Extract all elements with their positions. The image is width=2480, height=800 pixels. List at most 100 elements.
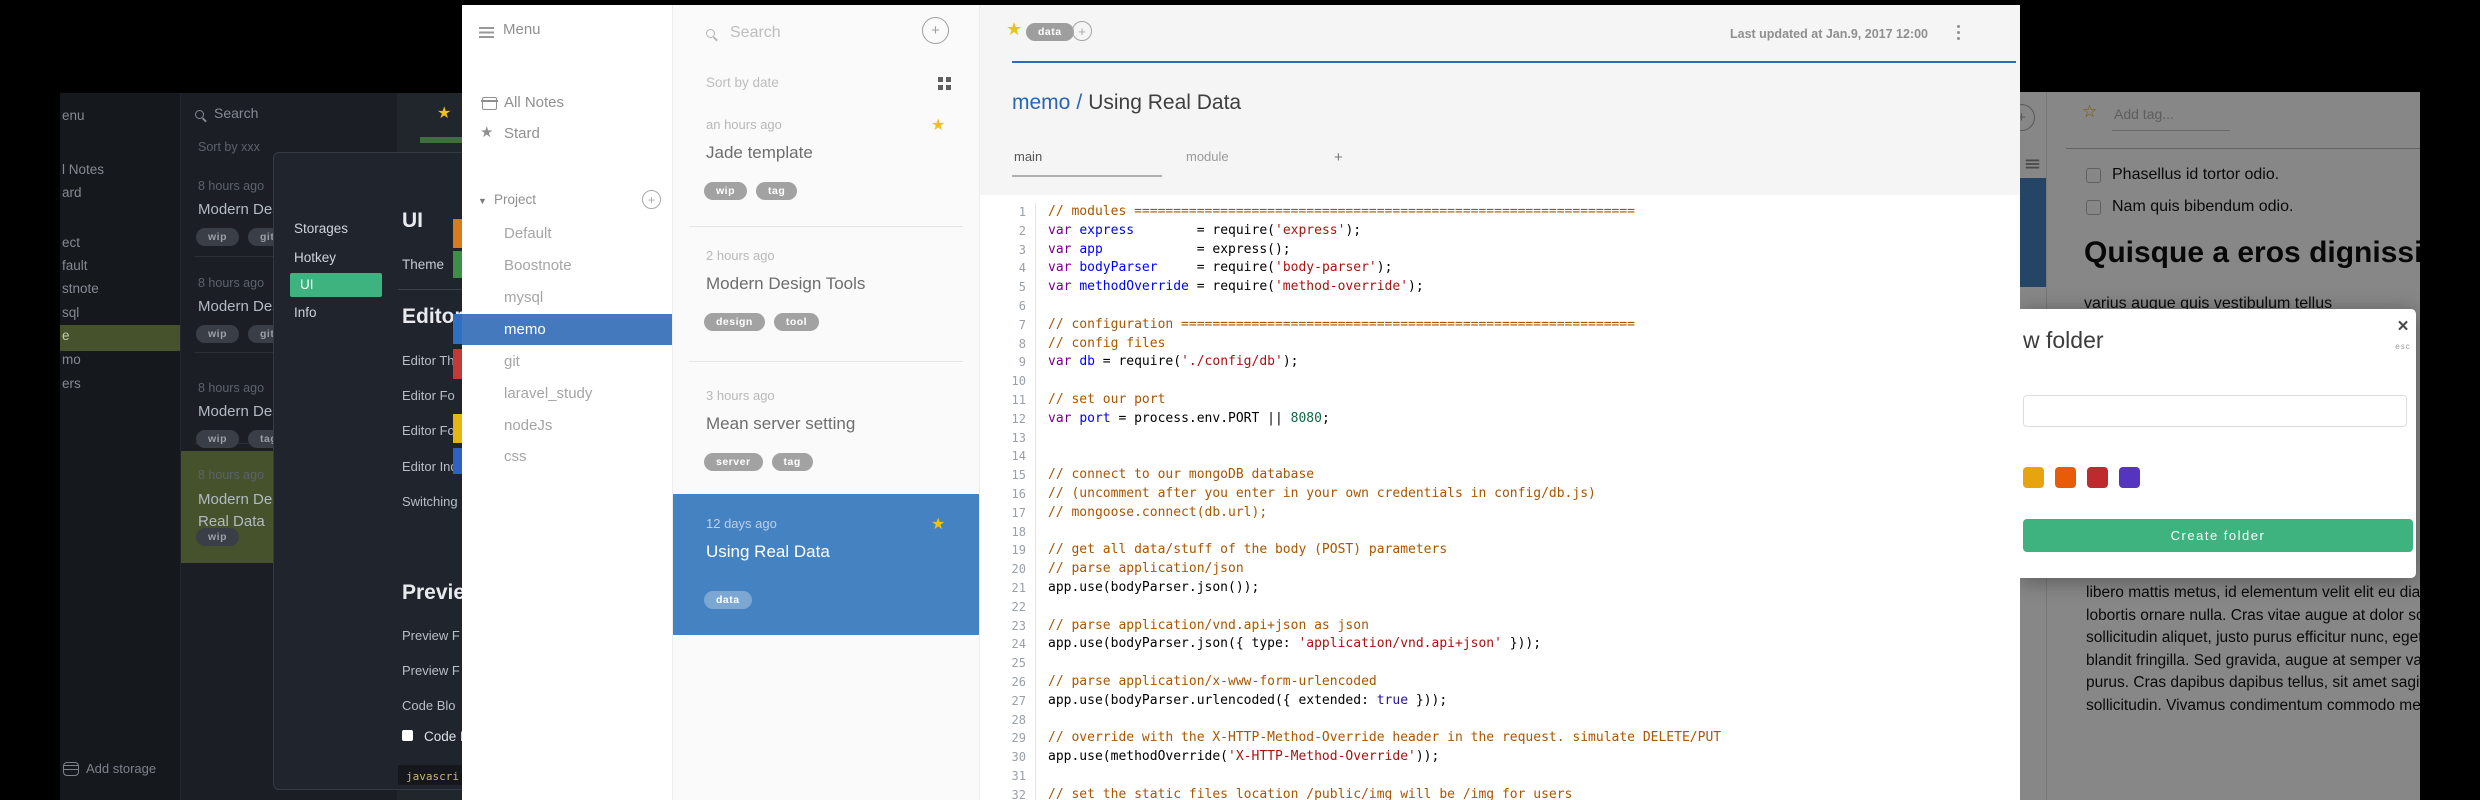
- color-swatch[interactable]: [2023, 467, 2044, 488]
- sidebar-item[interactable]: mo: [60, 349, 180, 371]
- all-notes-icon: [481, 97, 498, 114]
- note-item-selected[interactable]: 12 days ago Using Real Data ★ data: [673, 494, 979, 635]
- note-time: 12 days ago: [706, 516, 777, 531]
- sidebar-item[interactable]: sql: [60, 302, 180, 324]
- sidebar-item-all-notes[interactable]: All Notes: [504, 94, 564, 111]
- menu-label[interactable]: Menu: [503, 21, 541, 38]
- chevron-down-icon[interactable]: ▼: [478, 196, 487, 206]
- settings-row[interactable]: Switching: [402, 494, 458, 509]
- folder-name-input[interactable]: [2023, 395, 2407, 427]
- dark-search-input[interactable]: Search: [214, 105, 258, 121]
- new-folder-dialog: w folder × esc Create folder: [2020, 309, 2416, 578]
- color-swatch-fragment: [453, 448, 462, 474]
- tag-pill: wip: [196, 430, 239, 448]
- tag-pill: wip: [196, 528, 239, 546]
- star-icon[interactable]: ★: [931, 115, 945, 135]
- line-number: 24: [980, 635, 1036, 655]
- color-swatch[interactable]: [2055, 467, 2076, 488]
- code-line: 24 app.use(bodyParser.json({ type: 'appli…: [980, 635, 2020, 655]
- sort-control[interactable]: Sort by date: [706, 75, 779, 90]
- create-folder-button[interactable]: Create folder: [2023, 519, 2413, 552]
- settings-row[interactable]: Preview F: [402, 663, 460, 678]
- code-line: 17 // mongoose.connect(db.url);: [980, 503, 2020, 523]
- color-swatch[interactable]: [2087, 467, 2108, 488]
- close-button[interactable]: × esc: [2392, 317, 2414, 357]
- star-icon[interactable]: ★: [437, 103, 451, 123]
- sidebar-item-starred[interactable]: Stard: [504, 125, 540, 142]
- settings-nav-info[interactable]: Info: [294, 303, 317, 323]
- add-storage-label: Add storage: [86, 761, 157, 776]
- menu-button[interactable]: [479, 26, 494, 43]
- search-input[interactable]: Search: [730, 24, 781, 42]
- sidebar-folder-nodeJs[interactable]: nodeJs: [504, 417, 552, 434]
- settings-row[interactable]: Code Blo: [402, 698, 455, 713]
- settings-row[interactable]: Editor Ind: [402, 459, 458, 474]
- dark-menu-button[interactable]: enu: [60, 105, 180, 127]
- sidebar-folder-Boostnote[interactable]: Boostnote: [504, 257, 572, 274]
- settings-nav-hotkey[interactable]: Hotkey: [294, 248, 336, 268]
- breadcrumb-folder[interactable]: memo: [1012, 91, 1070, 114]
- sidebar-item[interactable]: ers: [60, 373, 180, 395]
- add-tag-button[interactable]: +: [1072, 21, 1092, 41]
- sidebar-folder-css[interactable]: css: [504, 448, 527, 465]
- line-number: 31: [980, 766, 1036, 786]
- settings-panel: UI Theme Editor Previe Code B javascri S…: [273, 152, 462, 790]
- sidebar-folder-mysql[interactable]: mysql: [504, 289, 543, 306]
- code-editor[interactable]: 1 // modules ============================…: [980, 195, 2020, 800]
- sidebar-item[interactable]: ect: [60, 232, 180, 254]
- line-number: 12: [980, 409, 1036, 429]
- add-folder-button[interactable]: +: [642, 190, 661, 209]
- settings-checkbox[interactable]: [402, 730, 413, 741]
- sidebar-item[interactable]: e: [60, 325, 180, 351]
- sidebar-folder-laravel_study[interactable]: laravel_study: [504, 385, 592, 402]
- settings-theme-label[interactable]: Theme: [402, 257, 444, 272]
- settings-row[interactable]: Editor Fo: [402, 388, 455, 403]
- tag-pill: wip: [196, 325, 239, 343]
- kebab-menu-icon[interactable]: [1957, 25, 1960, 28]
- code-line: 12 var port = process.env.PORT || 8080;: [980, 409, 2020, 429]
- search-icon: [706, 29, 718, 41]
- active-tab-underline: [1012, 175, 1162, 177]
- tab-main[interactable]: main: [1014, 149, 1042, 164]
- code-line: 23 // parse application/vnd.api+json as j…: [980, 616, 2020, 636]
- tag-pill: tag: [771, 453, 813, 471]
- add-storage-button[interactable]: Add storage: [63, 761, 156, 776]
- sidebar-project-header[interactable]: Project: [494, 192, 536, 207]
- sidebar-item[interactable]: ard: [60, 182, 180, 204]
- new-note-button[interactable]: +: [922, 17, 949, 44]
- sidebar-item[interactable]: stnote: [60, 278, 180, 300]
- line-number: 1: [980, 203, 1036, 222]
- code-line: 27 app.use(bodyParser.urlencoded({ extend…: [980, 691, 2020, 711]
- settings-nav-storages[interactable]: Storages: [294, 219, 348, 239]
- grid-view-icon[interactable]: [938, 77, 951, 90]
- sidebar-folder-git[interactable]: git: [504, 353, 520, 370]
- code-line: 6: [980, 296, 2020, 316]
- code-line: 15 // connect to our mongoDB database: [980, 466, 2020, 485]
- settings-row[interactable]: Preview F: [402, 628, 460, 643]
- code-line: 9 var db = require('./config/db');: [980, 353, 2020, 373]
- code-text: // configuration =======================…: [1048, 316, 1635, 332]
- new-tab-button[interactable]: +: [1334, 149, 1343, 166]
- star-icon[interactable]: ★: [931, 514, 945, 534]
- settings-row[interactable]: Editor Fo: [402, 423, 455, 438]
- sidebar-item[interactable]: fault: [60, 255, 180, 277]
- sidebar-item[interactable]: l Notes: [60, 159, 180, 181]
- color-swatch[interactable]: [2119, 467, 2140, 488]
- note-title: Modern Des: [198, 201, 280, 218]
- note-title: Modern Des: [198, 403, 280, 420]
- code-line: 20 // parse application/json: [980, 560, 2020, 579]
- star-toggle-icon[interactable]: ★: [1006, 19, 1022, 40]
- code-line: 13: [980, 428, 2020, 448]
- sidebar-folder-memo[interactable]: memo: [462, 314, 672, 345]
- storage-icon: [63, 761, 79, 776]
- note-title: Jade template: [706, 143, 813, 162]
- settings-nav-ui[interactable]: UI: [290, 273, 382, 297]
- sidebar-folder-Default[interactable]: Default: [504, 225, 552, 242]
- code-text: var db = require('./config/db');: [1048, 354, 1299, 370]
- dark-sort-control[interactable]: Sort by xxx: [198, 140, 260, 154]
- tab-module[interactable]: module: [1186, 149, 1229, 164]
